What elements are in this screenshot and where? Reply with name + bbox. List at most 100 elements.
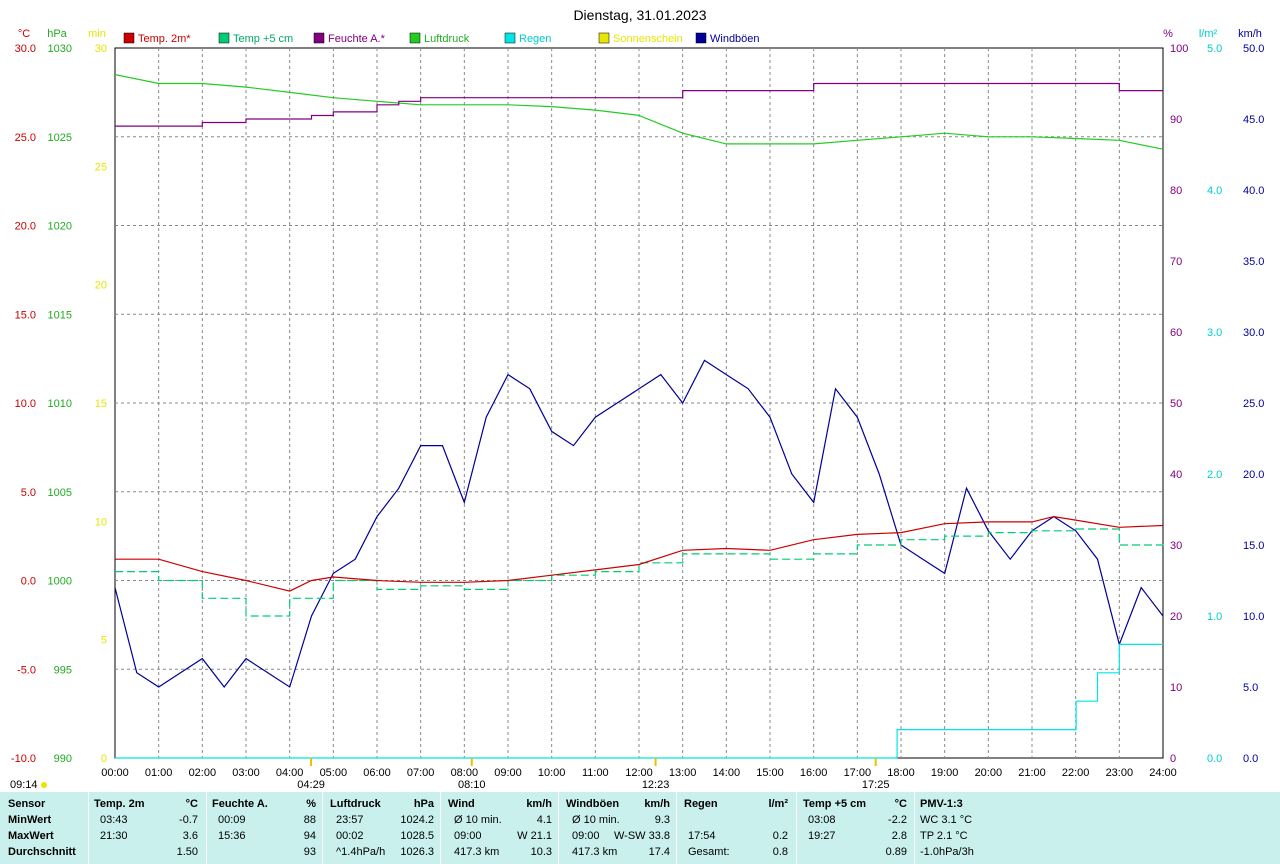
statistics-table: Sensor MinWert MaxWert Durchschnitt Temp. 2m…	[0, 792, 1280, 864]
x-tick-label: 11:00	[582, 767, 609, 779]
wind-tick-label: 45.0	[1243, 114, 1264, 126]
rain-tick-label: 0.0	[1207, 753, 1222, 765]
min-press-value: 1024.2	[400, 814, 434, 826]
temp-tick-label: -5.0	[17, 664, 36, 676]
temp-tick-label: -10.0	[11, 753, 36, 765]
max-rain-value: 0.2	[772, 830, 788, 842]
avg-press-value: 1026.3	[400, 846, 434, 858]
max-press-value: 1028.5	[400, 830, 434, 842]
humidity-tick-label: 0	[1170, 753, 1176, 765]
x-tick-label: 13:00	[669, 767, 697, 779]
rain-tick-label: 2.0	[1207, 469, 1222, 481]
table-column-divider	[914, 792, 915, 864]
humidity-tick-label: 70	[1170, 256, 1182, 268]
humidity-tick-label: 10	[1170, 682, 1182, 694]
avg-temp-value: 1.50	[176, 846, 198, 858]
pressure-tick-label: 995	[54, 664, 72, 676]
temp-tick-label: 25.0	[15, 132, 36, 144]
pressure-tick-label: 1000	[48, 576, 72, 588]
weather-chart: Dienstag, 31.01.2023 Temp. 2m* Temp +5 cm…	[10, 7, 1264, 791]
avg-pmv: -1.0hPa/3h	[920, 846, 974, 858]
temp-tick-label: 0.0	[21, 576, 36, 588]
temp-tick-label: 15.0	[15, 309, 36, 321]
x-tick-label: 01:00	[145, 767, 173, 779]
x-tick-label: 19:00	[931, 767, 959, 779]
temp-tick-label: 5.0	[21, 487, 36, 499]
wind-tick-label: 20.0	[1243, 469, 1264, 481]
header-hum-unit: %	[306, 798, 316, 810]
wind-tick-label: 10.0	[1243, 611, 1264, 623]
pressure-tick-label: 1020	[48, 221, 72, 233]
pressure-tick-label: 990	[54, 753, 72, 765]
legend-label: Feuchte A.*	[328, 33, 386, 45]
sun-tick-label: 20	[95, 280, 107, 292]
x-tick-label: 09:00	[494, 767, 522, 779]
legend-swatch	[123, 32, 135, 44]
legend-swatch	[598, 32, 610, 44]
humidity-tick-label: 40	[1170, 469, 1182, 481]
humidity-tick-label: 60	[1170, 327, 1182, 339]
legend-label: Sonnenschein	[613, 33, 683, 45]
pressure-tick-label: 1030	[48, 43, 72, 55]
x-tick-label: 02:00	[189, 767, 217, 779]
sun-tick-label: 5	[101, 635, 107, 647]
avg-hum-value: 93	[303, 846, 316, 858]
pressure-tick-label: 1025	[48, 132, 72, 144]
humidity-tick-label: 90	[1170, 114, 1182, 126]
table-column-divider	[322, 792, 323, 864]
rain-unit-label: l/m²	[1199, 28, 1218, 40]
legend-label: Regen	[519, 33, 551, 45]
x-tick-label: 15:00	[756, 767, 784, 779]
min-t5-value: -2.2	[888, 814, 907, 826]
header-sensor: Sensor	[8, 798, 46, 810]
x-tick-label: 20:00	[975, 767, 1003, 779]
min-pmv: WC 3.1 °C	[920, 814, 973, 826]
wind-tick-label: 25.0	[1243, 398, 1264, 410]
header-gust-unit: km/h	[644, 798, 670, 810]
sunrise-label: 09:14	[10, 779, 38, 791]
x-tick-label: 08:00	[451, 767, 479, 779]
x-tick-label: 06:00	[363, 767, 391, 779]
wind-unit-label: km/h	[1238, 28, 1262, 40]
pressure-tick-label: 1005	[48, 487, 72, 499]
avg-t5-value: 0.89	[885, 846, 907, 858]
x-tick-label: 05:00	[320, 767, 348, 779]
x-tick-label: 03:00	[232, 767, 260, 779]
x-tick-label: 22:00	[1062, 767, 1090, 779]
rain-tick-label: 3.0	[1207, 327, 1222, 339]
wind-tick-label: 15.0	[1243, 540, 1264, 552]
rain-tick-label: 5.0	[1207, 43, 1222, 55]
x-tick-label: 10:00	[538, 767, 566, 779]
legend-swatch	[409, 32, 421, 44]
legend-label: Temp +5 cm	[233, 33, 293, 45]
x-tick-label: 07:00	[407, 767, 435, 779]
x-tick-label: 18:00	[887, 767, 915, 779]
x-tick-label: 04:00	[276, 767, 304, 779]
legend-swatch	[504, 32, 516, 44]
pressure-tick-label: 1010	[48, 398, 72, 410]
humidity-tick-label: 20	[1170, 611, 1182, 623]
max-temp-value: 3.6	[182, 830, 198, 842]
pressure-tick-label: 1015	[48, 309, 72, 321]
humidity-tick-label: 50	[1170, 398, 1182, 410]
table-column-divider	[676, 792, 677, 864]
time-marker-label: 17:25	[862, 779, 890, 791]
row-label-avg: Durchschnitt	[8, 846, 76, 858]
min-hum-value: 88	[303, 814, 316, 826]
sun-tick-label: 10	[95, 516, 107, 528]
max-t5-value: 2.8	[891, 830, 907, 842]
wind-tick-label: 0.0	[1243, 753, 1258, 765]
temp-tick-label: 30.0	[15, 43, 36, 55]
legend-label: Luftdruck	[424, 33, 470, 45]
legend-swatch	[313, 32, 325, 44]
avg-gust-value: 17.4	[648, 846, 670, 858]
table-column-divider	[796, 792, 797, 864]
humidity-tick-label: 30	[1170, 540, 1182, 552]
x-tick-label: 17:00	[844, 767, 872, 779]
sun-tick-label: 25	[95, 161, 107, 173]
table-column-divider	[206, 792, 207, 864]
table-column-divider	[440, 792, 441, 864]
header-rain-unit: l/m²	[768, 798, 788, 810]
chart-legend: Temp. 2m* Temp +5 cm Feuchte A.* Luftdruck R…	[123, 32, 760, 45]
wind-tick-label: 5.0	[1243, 682, 1258, 694]
